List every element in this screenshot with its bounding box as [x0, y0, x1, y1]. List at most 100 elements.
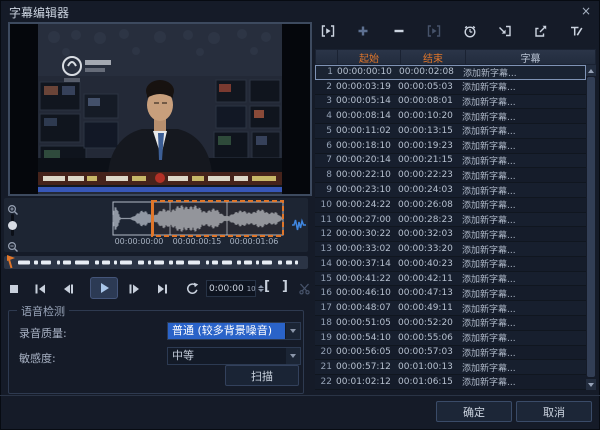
add-subtitle-icon[interactable] — [355, 23, 371, 39]
table-header: 起始 结束 字幕 — [315, 49, 596, 65]
row-subtitle-text[interactable]: 添加新字幕... — [462, 80, 586, 93]
row-end-time: 00:00:32:03 — [398, 229, 453, 240]
row-end-time: 00:00:19:23 — [398, 140, 453, 151]
audio-waveform[interactable] — [18, 200, 290, 237]
row-end-time: 00:00:21:15 — [398, 155, 453, 166]
row-subtitle-text[interactable]: 添加新字幕... — [462, 228, 586, 241]
delete-subtitle-icon[interactable] — [391, 23, 407, 39]
adjust-time-clock-icon[interactable] — [462, 23, 478, 39]
scrollbar-thumb[interactable] — [587, 77, 595, 377]
row-subtitle-text[interactable]: 添加新字幕... — [462, 257, 586, 270]
row-subtitle-text[interactable]: 添加新字幕... — [462, 154, 586, 167]
ok-button[interactable]: 确定 — [436, 401, 512, 422]
table-row[interactable]: 21 00:00:57:12 00:01:00:13 添加新字幕... — [315, 360, 586, 376]
table-row[interactable]: 20 00:00:56:05 00:00:57:03 添加新字幕... — [315, 345, 586, 361]
table-row[interactable]: 17 00:00:48:07 00:00:49:11 添加新字幕... — [315, 301, 586, 317]
header-start: 起始 — [337, 49, 400, 65]
row-subtitle-text[interactable]: 添加新字幕... — [462, 375, 586, 388]
row-subtitle-text[interactable]: 添加新字幕... — [462, 243, 586, 256]
table-row[interactable]: 18 00:00:51:05 00:00:52:20 添加新字幕... — [315, 316, 586, 331]
row-subtitle-text[interactable]: 添加新字幕... — [462, 110, 586, 123]
table-row[interactable]: 10 00:00:24:22 00:00:26:08 添加新字幕... — [315, 197, 586, 213]
row-end-time: 00:01:00:13 — [398, 362, 453, 373]
row-subtitle-text[interactable]: 添加新字幕... — [462, 331, 586, 344]
row-number: 11 — [320, 214, 332, 225]
play-selected-range-icon[interactable] — [320, 23, 336, 39]
play-selected-range-disabled-icon[interactable] — [426, 23, 442, 39]
table-row[interactable]: 5 00:00:11:02 00:00:13:15 添加新字幕... — [315, 124, 586, 139]
table-row[interactable]: 3 00:00:05:14 00:00:08:01 添加新字幕... — [315, 94, 586, 110]
table-row[interactable]: 19 00:00:54:10 00:00:55:06 添加新字幕... — [315, 330, 586, 346]
go-to-start-button[interactable] — [34, 283, 47, 295]
table-row[interactable]: 13 00:00:33:02 00:00:33:20 添加新字幕... — [315, 242, 586, 257]
stop-button[interactable] — [8, 283, 20, 295]
timeline-scrubber[interactable] — [4, 255, 308, 269]
previous-frame-button[interactable] — [62, 283, 75, 295]
table-row[interactable]: 8 00:00:22:10 00:00:22:23 添加新字幕... — [315, 168, 586, 184]
row-subtitle-text[interactable]: 添加新字幕... — [462, 302, 586, 315]
waveform-zoom-slider[interactable] — [8, 214, 17, 236]
mark-in-button[interactable]: [ — [264, 279, 270, 294]
table-row[interactable]: 4 00:00:08:14 00:00:10:20 添加新字幕... — [315, 109, 586, 125]
chevron-down-icon[interactable] — [286, 348, 300, 364]
row-subtitle-text[interactable]: 添加新字幕... — [462, 361, 586, 374]
row-end-time: 00:00:33:20 — [398, 244, 453, 255]
play-button[interactable] — [90, 277, 118, 299]
row-subtitle-text[interactable]: 添加新字幕... — [463, 66, 585, 79]
table-row[interactable]: 12 00:00:30:22 00:00:32:03 添加新字幕... — [315, 227, 586, 243]
audio-wave-icon[interactable] — [291, 217, 307, 233]
table-row[interactable]: 11 00:00:27:00 00:00:28:23 添加新字幕... — [315, 212, 586, 228]
row-subtitle-text[interactable]: 添加新字幕... — [462, 272, 586, 285]
cut-scissors-icon[interactable] — [298, 282, 311, 295]
row-subtitle-text[interactable]: 添加新字幕... — [462, 95, 586, 108]
row-start-time: 00:01:02:12 — [336, 376, 391, 387]
recording-quality-select[interactable]: 普通 (较多背景噪音) — [167, 322, 301, 340]
speech-segments — [18, 260, 298, 265]
row-subtitle-text[interactable]: 添加新字幕... — [462, 169, 586, 182]
row-end-time: 00:00:49:11 — [398, 303, 453, 314]
header-end: 结束 — [400, 49, 465, 65]
mark-out-button[interactable]: ] — [282, 279, 288, 294]
recording-quality-label: 录音质量: — [19, 327, 67, 340]
waveform-selection[interactable] — [151, 200, 284, 237]
table-row[interactable]: 15 00:00:41:22 00:00:42:11 添加新字幕... — [315, 271, 586, 287]
row-subtitle-text[interactable]: 添加新字幕... — [462, 316, 586, 329]
scan-button[interactable]: 扫描 — [225, 365, 299, 386]
cancel-button[interactable]: 取消 — [516, 401, 592, 422]
subtitle-text-options-icon[interactable] — [568, 23, 584, 39]
zoom-out-icon[interactable] — [7, 238, 19, 252]
table-row[interactable]: 6 00:00:18:10 00:00:19:23 添加新字幕... — [315, 138, 586, 154]
row-subtitle-text[interactable]: 添加新字幕... — [462, 287, 586, 300]
slider-handle[interactable] — [8, 221, 17, 230]
export-subtitle-file-icon[interactable] — [533, 23, 549, 39]
import-subtitle-file-icon[interactable] — [497, 23, 513, 39]
table-row[interactable]: 14 00:00:37:14 00:00:40:23 添加新字幕... — [315, 256, 586, 272]
row-subtitle-text[interactable]: 添加新字幕... — [462, 346, 586, 359]
scroll-down-icon[interactable] — [586, 379, 596, 390]
table-row[interactable]: 9 00:00:23:10 00:00:24:03 添加新字幕... — [315, 183, 586, 198]
header-subtitle: 字幕 — [465, 49, 595, 65]
table-row[interactable]: 1 00:00:00:10 00:00:02:08 添加新字幕... — [315, 65, 586, 80]
time-stepper[interactable] — [257, 285, 264, 292]
sensitivity-value: 中等 — [172, 349, 194, 362]
table-row[interactable]: 2 00:00:03:19 00:00:05:03 添加新字幕... — [315, 79, 586, 95]
table-row[interactable]: 16 00:00:46:10 00:00:47:13 添加新字幕... — [315, 286, 586, 302]
scroll-up-icon[interactable] — [586, 65, 596, 76]
close-icon[interactable]: × — [578, 3, 594, 19]
row-subtitle-text[interactable]: 添加新字幕... — [462, 198, 586, 211]
table-row[interactable]: 7 00:00:20:14 00:00:21:15 添加新字幕... — [315, 153, 586, 169]
row-subtitle-text[interactable]: 添加新字幕... — [462, 213, 586, 226]
row-start-time: 00:00:56:05 — [336, 347, 391, 358]
row-subtitle-text[interactable]: 添加新字幕... — [462, 124, 586, 137]
current-time-display[interactable]: 0:00:00 10 — [206, 280, 264, 297]
repeat-icon[interactable] — [184, 281, 199, 296]
row-start-time: 00:00:33:02 — [336, 244, 391, 255]
next-frame-button[interactable] — [128, 283, 141, 295]
go-to-end-button[interactable] — [156, 283, 169, 295]
row-subtitle-text[interactable]: 添加新字幕... — [462, 184, 586, 197]
sensitivity-select[interactable]: 中等 — [167, 347, 301, 365]
row-subtitle-text[interactable]: 添加新字幕... — [462, 139, 586, 152]
table-scrollbar[interactable] — [586, 65, 596, 390]
chevron-down-icon[interactable] — [286, 323, 300, 339]
table-row[interactable]: 22 00:01:02:12 00:01:06:15 添加新字幕... — [315, 375, 586, 390]
